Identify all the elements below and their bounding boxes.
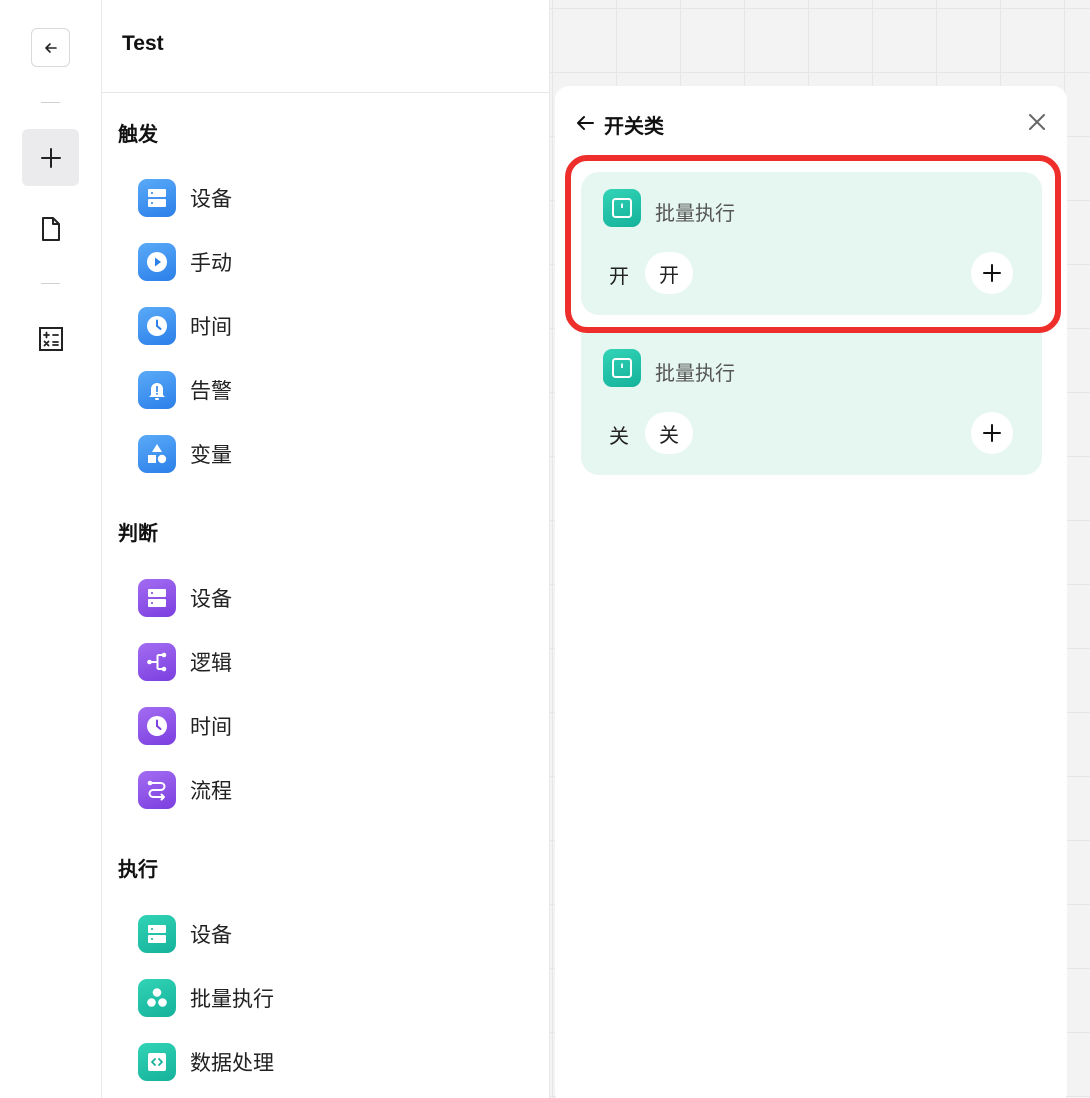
back-button[interactable] (31, 28, 70, 67)
section-title-execute: 执行 (118, 857, 158, 881)
add-button[interactable] (971, 252, 1013, 294)
execute-item-data-processing[interactable]: 数据处理 (138, 1042, 518, 1082)
switch-category-popup: 开关类 批量执行 开 开 批量执行 关 关 (555, 86, 1067, 1098)
card-key-label: 开 (609, 264, 629, 288)
file-icon (42, 217, 60, 241)
execute-item-device[interactable]: 设备 (138, 914, 518, 954)
code-icon (138, 1043, 176, 1081)
plus-icon (40, 147, 61, 168)
card-title: 批量执行 (655, 361, 735, 385)
close-icon (1029, 114, 1045, 130)
card-value-pill[interactable]: 开 (645, 252, 693, 294)
section-title-trigger: 触发 (118, 122, 158, 146)
popup-title: 开关类 (604, 114, 664, 138)
item-label: 批量执行 (190, 987, 274, 1011)
trigger-item-alarm[interactable]: 告警 (138, 370, 518, 410)
item-label: 设备 (190, 923, 232, 947)
item-label: 设备 (190, 587, 232, 611)
panel-divider (102, 92, 550, 93)
execute-item-batch[interactable]: 批量执行 (138, 978, 518, 1018)
add-button[interactable] (971, 412, 1013, 454)
card-title: 批量执行 (655, 201, 735, 225)
item-label: 时间 (190, 315, 232, 339)
shapes-icon (138, 435, 176, 473)
trigger-item-variable[interactable]: 变量 (138, 434, 518, 474)
item-label: 手动 (190, 251, 232, 275)
item-label: 数据处理 (190, 1051, 274, 1075)
section-title-judge: 判断 (118, 521, 158, 545)
switch-icon (603, 349, 641, 387)
server-icon (138, 179, 176, 217)
trigger-item-time[interactable]: 时间 (138, 306, 518, 346)
item-label: 变量 (190, 443, 232, 467)
switch-icon (603, 189, 641, 227)
trigger-item-device[interactable]: 设备 (138, 178, 518, 218)
cluster-icon (138, 979, 176, 1017)
plus-icon (983, 264, 1001, 282)
plus-icon (983, 424, 1001, 442)
arrow-left-icon (577, 116, 594, 130)
trigger-item-manual[interactable]: 手动 (138, 242, 518, 282)
add-node-button[interactable] (22, 129, 79, 186)
calculator-icon (39, 327, 63, 351)
alarm-bell-icon (138, 371, 176, 409)
rail-divider (41, 102, 60, 103)
clock-icon (138, 707, 176, 745)
server-icon (138, 915, 176, 953)
judge-item-time[interactable]: 时间 (138, 706, 518, 746)
item-label: 流程 (190, 779, 232, 803)
file-button[interactable] (35, 213, 67, 245)
card-key-label: 关 (609, 424, 629, 448)
judge-item-device[interactable]: 设备 (138, 578, 518, 618)
item-label: 设备 (190, 187, 232, 211)
server-icon (138, 579, 176, 617)
play-icon (138, 243, 176, 281)
card-value-pill[interactable]: 关 (645, 412, 693, 454)
page-title: Test (122, 32, 164, 55)
judge-item-logic[interactable]: 逻辑 (138, 642, 518, 682)
popup-back-button[interactable] (573, 111, 597, 135)
item-label: 告警 (190, 379, 232, 403)
close-button[interactable] (1025, 110, 1049, 134)
branch-icon (138, 643, 176, 681)
component-panel: Test 触发 设备 手动 时间 告警 变量 判断 设备 逻辑 时间 流程 执行… (102, 0, 550, 1098)
batch-action-card-off[interactable]: 批量执行 关 关 (581, 332, 1042, 475)
batch-action-card-on[interactable]: 批量执行 开 开 (581, 172, 1042, 315)
calculator-button[interactable] (35, 323, 67, 355)
flow-icon (138, 771, 176, 809)
clock-icon (138, 307, 176, 345)
item-label: 时间 (190, 715, 232, 739)
arrow-left-icon (44, 42, 57, 53)
judge-item-flow[interactable]: 流程 (138, 770, 518, 810)
left-rail (0, 0, 102, 1098)
item-label: 逻辑 (190, 651, 232, 675)
rail-divider (41, 283, 60, 284)
